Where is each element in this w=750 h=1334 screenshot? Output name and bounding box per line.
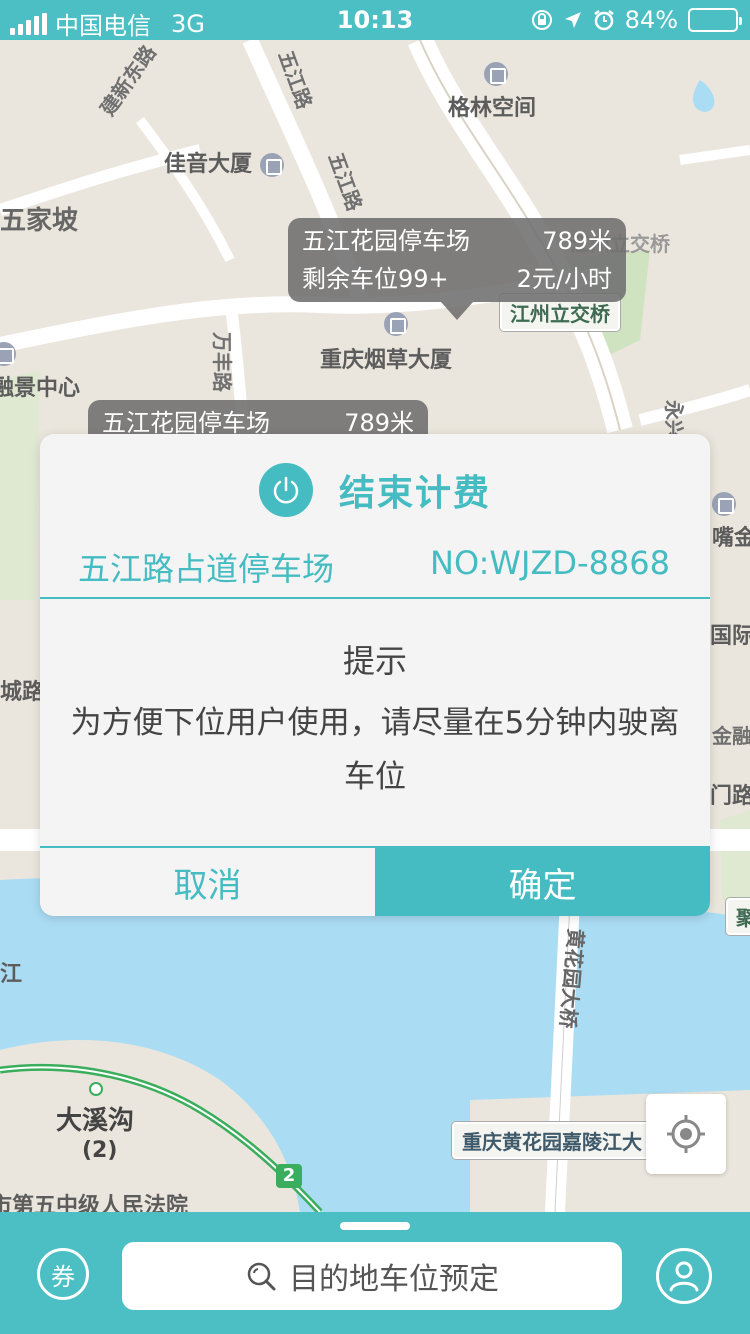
map-poi-label: 重庆烟草大厦	[320, 312, 452, 374]
map-poi-label: 融景中心	[0, 342, 80, 402]
status-bar: 中国电信 3G 10:13 84%	[0, 0, 750, 40]
building-icon	[0, 342, 16, 366]
metro-line-badge: 2	[276, 1164, 302, 1188]
dialog-header: 结束计费	[40, 458, 710, 522]
map-area-label: 江	[0, 962, 23, 987]
destination-search[interactable]: 目的地车位预定	[122, 1242, 622, 1310]
building-icon	[384, 312, 408, 336]
alarm-icon	[593, 10, 614, 31]
battery-percent: 84%	[624, 6, 678, 34]
map-poi-label: 市第五中级人民法院	[0, 1194, 189, 1212]
map-tag: 重庆黄花园嘉陵江大	[452, 1122, 652, 1159]
parking-lot-number: NO:WJZD-8868	[430, 544, 670, 582]
drawer-handle[interactable]	[340, 1222, 410, 1230]
map-poi-label: 嘴金	[712, 492, 750, 552]
battery-icon	[688, 8, 742, 32]
parking-marker-bubble[interactable]: 五江花园停车场 789米 剩余车位99+ 2元/小时	[288, 218, 626, 320]
search-icon	[247, 1262, 276, 1291]
map-station-label: 大溪沟	[56, 1106, 135, 1136]
map-poi-label: 格林空间	[448, 62, 536, 122]
map-area-label: 五家坡	[0, 206, 79, 236]
search-text: 目的地车位预定	[289, 1262, 499, 1297]
bottom-bar: 券 目的地车位预定	[0, 1212, 750, 1334]
power-icon	[258, 463, 313, 517]
dialog-title: 结束计费	[338, 473, 491, 514]
map-area-label: 国际	[710, 624, 750, 649]
map-label-road: 万丰路	[210, 332, 234, 392]
confirm-button[interactable]: 确定	[375, 848, 710, 916]
map-label-road: 金融	[712, 724, 750, 748]
profile-button[interactable]	[656, 1248, 712, 1304]
end-billing-dialog: 结束计费 五江路占道停车场 NO:WJZD-8868 提示 为方便下位用户使用，…	[40, 434, 710, 916]
parking-distance: 789米	[542, 227, 612, 255]
parking-lot-name: 五江路占道停车场	[78, 550, 335, 588]
dialog-buttons: 取消 确定	[40, 846, 710, 916]
parking-spaces: 剩余车位99+	[302, 265, 449, 293]
location-arrow-icon	[564, 12, 581, 28]
rotation-lock-icon	[531, 10, 552, 30]
parking-name: 五江花园停车场	[302, 227, 470, 255]
coupon-button[interactable]: 券	[37, 1248, 89, 1300]
cancel-button[interactable]: 取消	[40, 848, 375, 916]
parking-price: 2元/小时	[516, 265, 612, 293]
map-area-label: 门路	[710, 784, 750, 809]
hint-title: 提示	[342, 642, 407, 680]
parking-info: 五江路占道停车场 NO:WJZD-8868	[78, 544, 670, 590]
map-poi-label: 佳音大厦	[164, 146, 290, 178]
user-icon	[669, 1261, 699, 1292]
locate-button[interactable]	[646, 1094, 726, 1174]
map-tag: 聚	[726, 898, 750, 935]
hint-text: 为方便下位用户使用，请尽量在5分钟内驶离车位	[70, 705, 680, 795]
map-station-number: (2)	[82, 1138, 118, 1163]
building-icon	[712, 492, 736, 516]
divider	[40, 597, 710, 599]
building-icon	[259, 153, 284, 177]
building-icon	[484, 62, 508, 86]
map-area-label: 城路	[0, 680, 45, 705]
crosshair-icon	[667, 1115, 705, 1153]
